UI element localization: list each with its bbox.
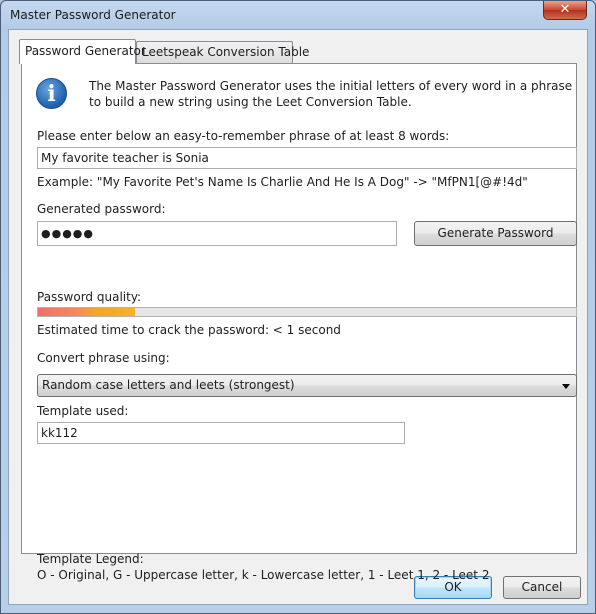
ok-label: OK: [444, 580, 462, 594]
phrase-example: Example: "My Favorite Pet's Name Is Char…: [37, 175, 528, 189]
tab-label: Password Generator: [25, 44, 146, 58]
tab-password-generator[interactable]: Password Generator: [19, 39, 146, 64]
close-button[interactable]: ✕: [543, 1, 587, 20]
tab-label: Leetspeak Conversion Table: [142, 45, 310, 59]
main-window: Master Password Generator ✕ Password Gen…: [0, 0, 596, 614]
cancel-label: Cancel: [521, 580, 563, 594]
cancel-button[interactable]: Cancel: [503, 576, 581, 599]
phrase-label: Please enter below an easy-to-remember p…: [37, 129, 450, 143]
password-quality-fill: [38, 308, 135, 316]
dialog-client-area: Password Generator Leetspeak Conversion …: [8, 29, 588, 605]
chevron-down-icon: [562, 384, 570, 389]
template-legend-text: O - Original, G - Uppercase letter, k - …: [37, 568, 490, 582]
convert-phrase-selected: Random case letters and leets (strongest…: [42, 378, 295, 392]
template-used-field[interactable]: kk112: [37, 422, 405, 444]
info-icon: i: [36, 78, 67, 109]
password-quality-label: Password quality:: [37, 290, 142, 304]
convert-phrase-label: Convert phrase using:: [37, 351, 170, 365]
generate-password-label: Generate Password: [437, 226, 554, 240]
title-bar[interactable]: Master Password Generator ✕: [1, 1, 595, 29]
info-text-line2: to build a new string using the Leet Con…: [89, 95, 412, 109]
window-title: Master Password Generator: [10, 8, 176, 22]
tab-leetspeak-conversion-table[interactable]: Leetspeak Conversion Table: [136, 41, 309, 63]
crack-time-text: Estimated time to crack the password: < …: [37, 323, 341, 337]
template-used-label: Template used:: [37, 404, 129, 418]
template-legend-title: Template Legend:: [37, 552, 144, 566]
close-icon: ✕: [559, 2, 571, 17]
phrase-input[interactable]: My favorite teacher is Sonia: [37, 147, 577, 169]
password-generator-panel: i The Master Password Generator uses the…: [21, 63, 577, 582]
convert-phrase-select[interactable]: Random case letters and leets (strongest…: [37, 374, 577, 397]
generate-password-button[interactable]: Generate Password: [414, 221, 577, 246]
password-quality-bar: [37, 307, 577, 317]
info-text-line1: The Master Password Generator uses the i…: [89, 79, 573, 93]
generated-password-label: Generated password:: [37, 202, 166, 216]
generated-password-field[interactable]: ●●●●●: [37, 221, 397, 246]
